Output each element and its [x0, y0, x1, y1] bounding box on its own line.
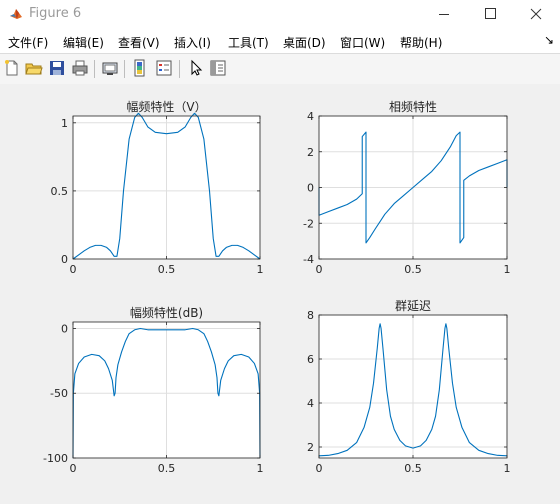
window-title: Figure 6 [29, 6, 82, 21]
toolbar-separator [94, 60, 95, 78]
y-tick-label: -100 [43, 452, 68, 465]
plot-title: 幅频特性(dB) [130, 305, 203, 320]
y-tick-label: 0 [307, 182, 314, 195]
menu-window[interactable]: 窗口(W) [340, 34, 385, 51]
print-icon[interactable] [71, 59, 89, 77]
y-tick-label: 4 [307, 110, 314, 123]
pointer-icon[interactable] [186, 59, 204, 77]
toolbar-separator [124, 60, 125, 78]
new-figure-icon[interactable] [3, 59, 21, 77]
menu-tools[interactable]: 工具(T) [228, 34, 269, 51]
y-tick-label: 0 [61, 253, 68, 266]
x-tick-label: 0 [316, 462, 323, 475]
x-tick-label: 0.5 [404, 462, 422, 475]
matlab-logo-icon [10, 9, 22, 19]
toolbar-separator [179, 60, 180, 78]
menu-desktop[interactable]: 桌面(D) [283, 34, 326, 51]
y-tick-label: 0.5 [51, 185, 69, 198]
title-bar: Figure 6 [0, 0, 560, 29]
menu-bar: 文件(F) 编辑(E) 查看(V) 插入(I) 工具(T) 桌面(D) 窗口(W… [0, 29, 560, 53]
x-tick-label: 1 [504, 462, 511, 475]
x-tick-label: 0.5 [158, 263, 176, 276]
menu-view[interactable]: 查看(V) [118, 34, 160, 51]
y-tick-label: -50 [50, 387, 68, 400]
maximize-icon [485, 8, 496, 19]
minimize-button[interactable] [421, 0, 467, 29]
y-tick-label: 8 [307, 309, 314, 322]
toolbar [0, 53, 560, 85]
insert-colorbar-icon[interactable] [132, 59, 150, 77]
maximize-button[interactable] [467, 0, 513, 29]
y-tick-label: 6 [307, 353, 314, 366]
minimize-icon [439, 14, 449, 15]
plot-title: 幅频特性（V） [126, 99, 206, 114]
save-icon[interactable] [48, 59, 66, 77]
y-tick-label: 2 [307, 146, 314, 159]
axes-4: 0 0.5 1 2 4 6 8 群延迟 [307, 299, 511, 475]
menu-overflow-arrow-icon[interactable]: ↘ [544, 33, 554, 47]
x-tick-label: 0.5 [404, 263, 422, 276]
open-file-icon[interactable] [25, 59, 43, 77]
close-button[interactable] [513, 0, 559, 29]
y-tick-label: -2 [303, 217, 314, 230]
x-tick-label: 0.5 [158, 462, 176, 475]
menu-help[interactable]: 帮助(H) [400, 34, 442, 51]
x-tick-label: 0 [70, 462, 77, 475]
menu-insert[interactable]: 插入(I) [174, 34, 211, 51]
axes-1: 0 0.5 1 0 0.5 1 幅频特性（V） [51, 99, 264, 276]
y-tick-label: 4 [307, 397, 314, 410]
menu-file[interactable]: 文件(F) [8, 34, 48, 51]
plot-title: 群延迟 [395, 299, 431, 313]
axes-3: 0 0.5 1 -100 -50 0 幅频特性(dB) [43, 305, 263, 475]
menu-edit[interactable]: 编辑(E) [63, 34, 104, 51]
x-tick-label: 1 [504, 263, 511, 276]
y-tick-label: -4 [303, 253, 314, 266]
property-editor-icon[interactable] [209, 59, 227, 77]
x-tick-label: 1 [257, 462, 264, 475]
plot-title: 相频特性 [389, 99, 437, 114]
x-tick-label: 0 [70, 263, 77, 276]
y-tick-label: 0 [61, 322, 68, 335]
x-tick-label: 1 [257, 263, 264, 276]
axes-2: 0 0.5 1 -4 -2 0 2 4 相频特性 [303, 99, 510, 276]
figure-canvas[interactable]: 0 0.5 100.51幅频特性（V）0 0.5 1-4-2024相频特性0 0.5 1-1… [0, 84, 560, 504]
y-tick-label: 2 [307, 441, 314, 454]
close-icon [530, 8, 542, 20]
x-tick-label: 0 [316, 263, 323, 276]
insert-legend-icon[interactable] [155, 59, 173, 77]
y-tick-label: 1 [61, 117, 68, 130]
link-plot-icon[interactable] [101, 59, 119, 77]
